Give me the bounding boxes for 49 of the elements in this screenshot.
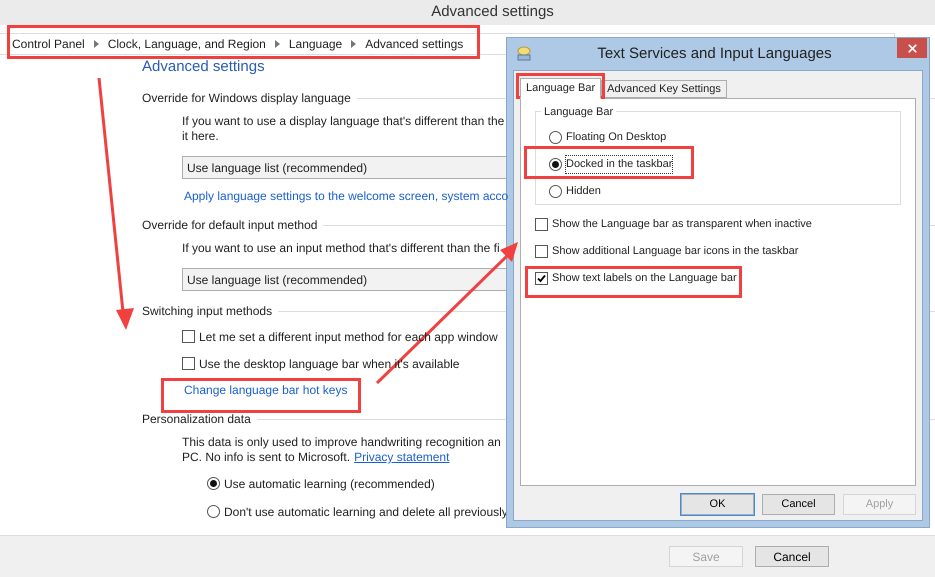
dialog-tab[interactable]: Advanced Key Settings (601, 80, 727, 98)
breadcrumb-item[interactable]: Language (288, 35, 342, 53)
privacy-link[interactable]: Privacy statement (354, 450, 450, 464)
checkbox[interactable] (182, 330, 195, 343)
description-text: If you want to use an input method that's different than the fi (182, 241, 500, 255)
description-text: PC. No info is sent to Microsoft. (182, 450, 350, 464)
radio-button[interactable] (549, 158, 562, 171)
settings-link[interactable]: Apply language settings to the welcome screen, system acco (184, 187, 508, 205)
dialog-button[interactable]: Cancel (762, 494, 835, 515)
page-heading: Advanced settings (142, 57, 266, 77)
checkbox[interactable] (535, 272, 548, 285)
checkbox-label: Show text labels on the Language bar (552, 271, 737, 286)
checkbox[interactable] (182, 357, 195, 370)
radio-label: Floating On Desktop (566, 130, 666, 146)
close-button[interactable] (897, 38, 927, 58)
radio-button[interactable] (207, 477, 220, 490)
breadcrumb-item[interactable]: Control Panel (12, 35, 85, 53)
dialog-button[interactable]: Cancel (755, 546, 829, 567)
checkbox[interactable] (535, 218, 548, 231)
radio-label: Docked in the taskbar (566, 156, 672, 173)
radio-button[interactable] (207, 505, 220, 518)
checkbox[interactable] (535, 245, 548, 258)
breadcrumb-separator-icon (94, 40, 99, 48)
section-heading: Switching input methods (142, 303, 272, 320)
radio-button[interactable] (549, 131, 562, 144)
radio-button[interactable] (549, 185, 562, 198)
dialog-title: Text Services and Input Languages (596, 44, 833, 64)
window-title: Advanced settings (431, 2, 554, 22)
radio-label: Hidden (566, 184, 601, 200)
breadcrumb-item[interactable]: Advanced settings (365, 35, 464, 53)
close-icon (906, 42, 918, 54)
description-text: it here. (182, 129, 219, 143)
radio-label: Use automatic learning (recommended) (224, 476, 435, 492)
breadcrumb-item[interactable]: Clock, Language, and Region (108, 35, 266, 53)
description-text: If you want to use a display language that's different than the (182, 114, 504, 128)
breadcrumb-separator-icon (351, 40, 356, 48)
keyboard-icon (516, 46, 532, 62)
checkbox-label: Show the Language bar as transparent when inactive (552, 217, 812, 232)
section-heading: Override for Windows display language (142, 90, 351, 107)
dialog-button[interactable]: OK (681, 494, 754, 515)
checkbox-label: Show additional Language bar icons in the taskbar (552, 244, 798, 260)
breadcrumb-separator-icon (274, 40, 280, 48)
section-heading: Personalization data (142, 411, 251, 428)
settings-link[interactable]: Change language bar hot keys (184, 381, 348, 399)
group-label: Language Bar (541, 104, 616, 120)
section-heading: Override for default input method (142, 217, 318, 234)
radio-label: Don't use automatic learning and delete all previously (224, 504, 508, 520)
dialog-tab[interactable]: Language Bar (520, 78, 602, 99)
description-text: This data is only used to improve handwriting recognition an (182, 435, 501, 449)
